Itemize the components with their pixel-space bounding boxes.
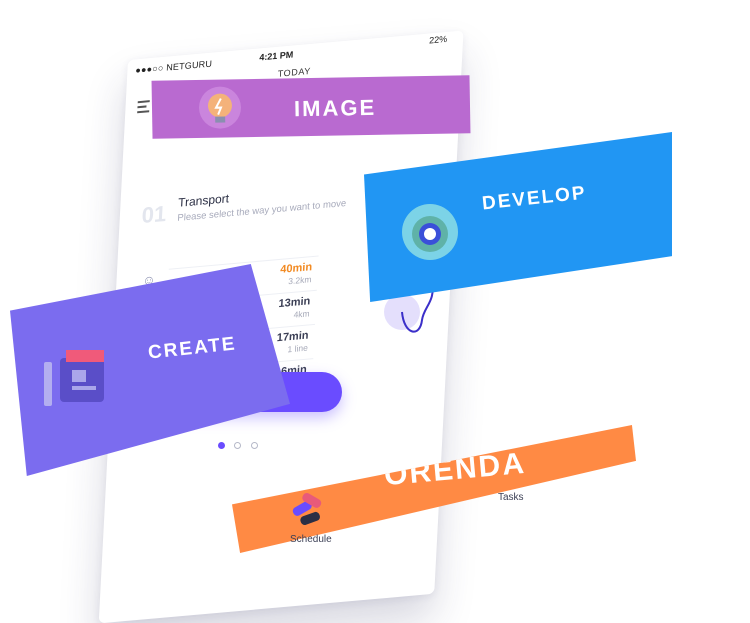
image-banner-label: IMAGE (293, 94, 377, 122)
option-detail: 3.2km (288, 274, 312, 287)
carrier-label: ●●●○○ NETGURU (135, 58, 213, 76)
step-title: Transport (177, 191, 230, 210)
pager-dots (218, 436, 263, 454)
tab-tasks[interactable]: Tasks (498, 492, 524, 503)
tab-schedule[interactable]: Schedule (290, 534, 332, 545)
pager-dot[interactable] (234, 442, 242, 449)
battery-level: 22% (428, 33, 448, 46)
step-number: 01 (141, 200, 167, 229)
option-detail: 4km (293, 308, 310, 320)
pager-dot-active[interactable] (218, 442, 225, 449)
option-detail: 1 line (287, 342, 309, 355)
store-icon (44, 350, 104, 406)
hamburger-icon[interactable] (137, 100, 150, 114)
image-banner: IMAGE (151, 75, 471, 139)
lightbulb-icon (198, 86, 241, 129)
create-banner-label: CREATE (147, 333, 238, 364)
pager-dot[interactable] (250, 442, 258, 449)
clock: 4:21 PM (259, 49, 294, 63)
app-logo-icon (292, 493, 322, 525)
pencil-icon (44, 362, 52, 406)
develop-banner-label: DEVELOP (481, 182, 588, 215)
cloud-gear-icon (402, 204, 458, 260)
